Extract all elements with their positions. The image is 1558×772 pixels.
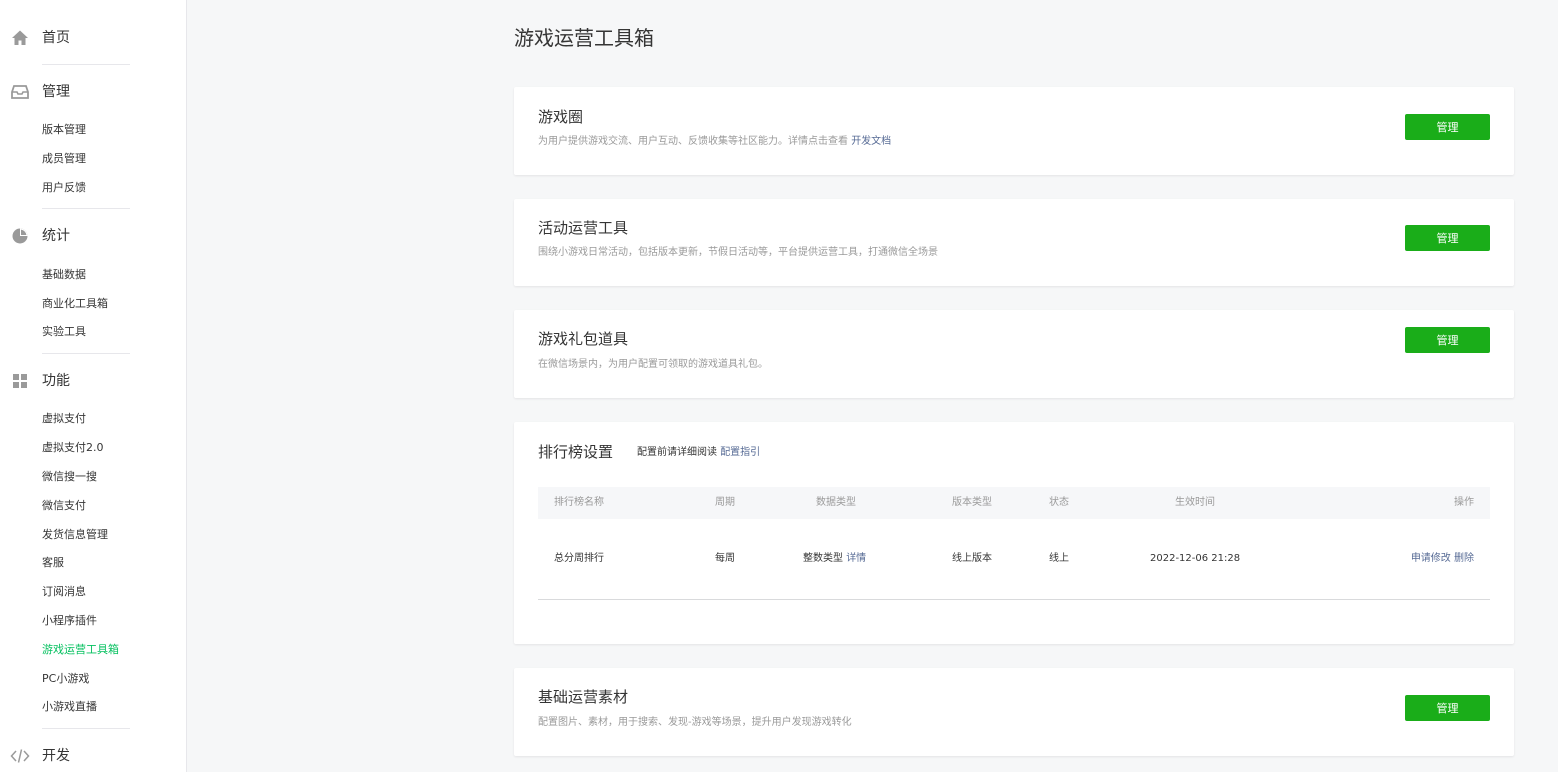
sidebar-item-live[interactable]: 小游戏直播	[42, 699, 97, 715]
cell-data-type: 整数类型 详情	[803, 552, 866, 566]
detail-link[interactable]: 详情	[846, 553, 866, 564]
sidebar-section-label: 功能	[42, 373, 70, 389]
card-gift-items: 游戏礼包道具 在微信场景内，为用户配置可领取的游戏道具礼包。 管理	[514, 310, 1514, 398]
delete-link[interactable]: 删除	[1454, 553, 1474, 564]
sidebar-section-label: 管理	[42, 84, 70, 100]
divider	[42, 353, 130, 354]
sidebar-section-manage[interactable]: 管理	[0, 80, 160, 104]
sidebar-section-label: 统计	[42, 228, 70, 244]
sidebar-section-features[interactable]: 功能	[0, 369, 160, 393]
sidebar-item-wechat-search[interactable]: 微信搜一搜	[42, 469, 97, 485]
sidebar-item-shipping-info[interactable]: 发货信息管理	[42, 527, 108, 543]
sidebar: 首页 管理 版本管理 成员管理 用户反馈 统计 基础数据 商业化工具箱 实验工具…	[0, 0, 187, 772]
sidebar-item-home[interactable]: 首页	[0, 26, 160, 50]
cell-name: 总分周排行	[554, 553, 604, 564]
config-guide-link[interactable]: 配置指引	[720, 447, 760, 458]
manage-button[interactable]: 管理	[1405, 327, 1490, 353]
divider	[42, 64, 130, 65]
column-header-data-type: 数据类型	[816, 497, 856, 508]
config-hint-text: 配置前请详细阅读	[637, 447, 717, 458]
divider	[42, 208, 130, 209]
column-header-name: 排行榜名称	[554, 497, 604, 508]
card-description: 在微信场景内，为用户配置可领取的游戏道具礼包。	[538, 359, 768, 370]
card-leaderboard: 排行榜设置 配置前请详细阅读 配置指引 排行榜名称 周期 数据类型 版本类型 状…	[514, 422, 1514, 644]
sidebar-section-stats[interactable]: 统计	[0, 224, 160, 248]
cell-data-type-text: 整数类型	[803, 553, 843, 564]
manage-button[interactable]: 管理	[1405, 225, 1490, 251]
card-description: 配置图片、素材，用于搜索、发现-游戏等场景，提升用户发现游戏转化	[538, 717, 852, 728]
page-title: 游戏运营工具箱	[514, 26, 654, 50]
card-title: 游戏圈	[538, 108, 584, 126]
sidebar-item-virtual-pay-2[interactable]: 虚拟支付2.0	[42, 440, 104, 456]
grid-icon	[10, 371, 30, 391]
column-header-actions: 操作	[1454, 497, 1474, 508]
config-hint: 配置前请详细阅读 配置指引	[637, 446, 760, 460]
sidebar-item-wechat-pay[interactable]: 微信支付	[42, 498, 86, 514]
card-basic-materials: 基础运营素材 配置图片、素材，用于搜索、发现-游戏等场景，提升用户发现游戏转化 …	[514, 668, 1514, 756]
cell-effective-time: 2022-12-06 21:28	[1150, 553, 1241, 564]
inbox-icon	[10, 82, 30, 102]
home-icon	[10, 28, 30, 48]
sidebar-item-game-ops-toolbox[interactable]: 游戏运营工具箱	[42, 642, 119, 658]
column-header-status: 状态	[1049, 497, 1069, 508]
column-header-period: 周期	[715, 497, 735, 508]
row-divider	[538, 599, 1490, 600]
cell-actions: 申请修改 删除	[1411, 552, 1474, 566]
sidebar-item-members[interactable]: 成员管理	[42, 151, 86, 167]
sidebar-item-plugin[interactable]: 小程序插件	[42, 613, 97, 629]
sidebar-item-version[interactable]: 版本管理	[42, 122, 86, 138]
column-header-version-type: 版本类型	[952, 497, 992, 508]
apply-edit-link[interactable]: 申请修改	[1411, 553, 1451, 564]
card-description-text: 为用户提供游戏交流、用户互动、反馈收集等社区能力。详情点击查看	[538, 136, 848, 147]
card-title: 排行榜设置	[538, 443, 614, 461]
pie-chart-icon	[10, 226, 30, 246]
cell-period: 每周	[715, 553, 735, 564]
manage-button[interactable]: 管理	[1405, 695, 1490, 721]
sidebar-item-customer-service[interactable]: 客服	[42, 555, 64, 571]
card-game-circle: 游戏圈 为用户提供游戏交流、用户互动、反馈收集等社区能力。详情点击查看 开发文档…	[514, 87, 1514, 175]
card-title: 活动运营工具	[538, 219, 629, 237]
card-title: 游戏礼包道具	[538, 330, 629, 348]
dev-docs-link[interactable]: 开发文档	[851, 136, 891, 147]
column-header-effective-time: 生效时间	[1175, 497, 1215, 508]
cell-status: 线上	[1049, 553, 1069, 564]
code-icon	[10, 746, 30, 766]
card-activity-tools: 活动运营工具 围绕小游戏日常活动，包括版本更新，节假日活动等，平台提供运营工具，…	[514, 199, 1514, 286]
sidebar-item-label: 首页	[42, 30, 70, 46]
sidebar-item-experiment[interactable]: 实验工具	[42, 324, 86, 340]
manage-button[interactable]: 管理	[1405, 114, 1490, 140]
sidebar-item-subscribe-message[interactable]: 订阅消息	[42, 584, 86, 600]
sidebar-item-basic-data[interactable]: 基础数据	[42, 267, 86, 283]
table-header: 排行榜名称 周期 数据类型 版本类型 状态 生效时间 操作	[538, 487, 1490, 519]
sidebar-item-pc-game[interactable]: PC小游戏	[42, 671, 89, 687]
card-description: 围绕小游戏日常活动，包括版本更新，节假日活动等，平台提供运营工具，打通微信全场景	[538, 247, 938, 258]
cell-version-type: 线上版本	[952, 553, 992, 564]
sidebar-item-commercial-toolbox[interactable]: 商业化工具箱	[42, 296, 108, 312]
sidebar-item-feedback[interactable]: 用户反馈	[42, 180, 86, 196]
sidebar-section-dev[interactable]: 开发	[0, 744, 160, 768]
sidebar-section-label: 开发	[42, 748, 70, 764]
card-title: 基础运营素材	[538, 688, 629, 706]
sidebar-item-virtual-pay[interactable]: 虚拟支付	[42, 411, 86, 427]
card-description: 为用户提供游戏交流、用户互动、反馈收集等社区能力。详情点击查看 开发文档	[538, 135, 891, 149]
divider	[42, 728, 130, 729]
